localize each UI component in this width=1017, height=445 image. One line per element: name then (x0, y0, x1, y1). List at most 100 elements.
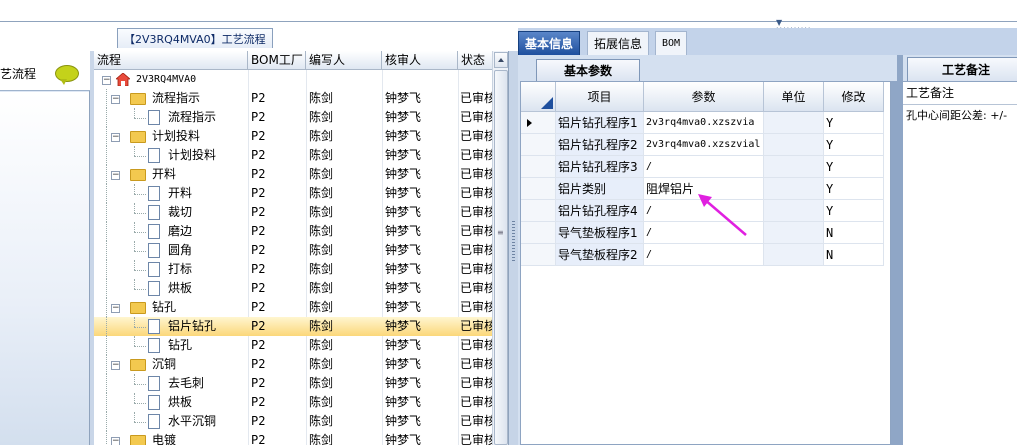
tree-folder-row[interactable]: − 电镀 P2 陈剑 钟梦飞 已审核 (94, 431, 492, 445)
tree-folder-row[interactable]: − 钻孔 P2 陈剑 钟梦飞 已审核 (94, 298, 492, 317)
param-item-cell[interactable]: 铝片钻孔程序2 (556, 134, 644, 156)
collapse-icon[interactable]: − (111, 437, 120, 445)
param-unit-cell[interactable] (764, 134, 824, 156)
folder-icon (130, 435, 146, 445)
tree-node-label: 钻孔 (152, 300, 177, 314)
tree-row[interactable]: 裁切 P2 陈剑 钟梦飞 已审核 (94, 203, 492, 222)
writer-cell: 陈剑 (309, 243, 334, 257)
scroll-thumb[interactable]: ≡ (494, 70, 508, 445)
home-icon (116, 73, 130, 86)
writer-cell: 陈剑 (309, 433, 334, 445)
reviewer-cell: 钟梦飞 (385, 338, 422, 352)
chat-bubble-icon[interactable] (55, 65, 79, 85)
tree-row[interactable]: 钻孔 P2 陈剑 钟梦飞 已审核 (94, 336, 492, 355)
status-cell: 已审核 (460, 357, 492, 371)
column-header-status[interactable]: 状态 (458, 51, 492, 70)
column-header-bom[interactable]: BOM工厂 (248, 51, 306, 70)
tree-node-label: 水平沉铜 (168, 414, 217, 428)
splitter-grip[interactable]: ▼ ·········· ▼ (776, 19, 816, 39)
tree-folder-row[interactable]: − 沉铜 P2 陈剑 钟梦飞 已审核 (94, 355, 492, 374)
tree-row[interactable]: 打标 P2 陈剑 钟梦飞 已审核 (94, 260, 492, 279)
param-modify-cell[interactable]: Y (824, 112, 884, 134)
bom-cell: P2 (251, 262, 266, 276)
collapse-icon[interactable]: − (111, 361, 120, 370)
param-item-cell[interactable]: 铝片钻孔程序1 (556, 112, 644, 134)
tree-folder-row[interactable]: − 开料 P2 陈剑 钟梦飞 已审核 (94, 165, 492, 184)
param-unit-cell[interactable] (764, 222, 824, 244)
tree-row[interactable]: 烘板 P2 陈剑 钟梦飞 已审核 (94, 393, 492, 412)
param-value-cell[interactable]: / (644, 156, 764, 178)
tree-row[interactable]: 铝片钻孔 P2 陈剑 钟梦飞 已审核 (94, 317, 492, 336)
remarks-text[interactable]: 孔中心间距公差: +/- (906, 107, 1007, 123)
status-cell: 已审核 (460, 186, 492, 200)
writer-cell: 陈剑 (309, 262, 334, 276)
param-modify-cell[interactable]: Y (824, 134, 884, 156)
status-cell: 已审核 (460, 395, 492, 409)
bom-cell: P2 (251, 338, 266, 352)
param-modify-cell[interactable]: N (824, 244, 884, 266)
tree-row[interactable]: 去毛刺 P2 陈剑 钟梦飞 已审核 (94, 374, 492, 393)
tree-row[interactable]: 开料 P2 陈剑 钟梦飞 已审核 (94, 184, 492, 203)
column-header-unit[interactable]: 单位 (764, 82, 824, 112)
status-cell: 已审核 (460, 167, 492, 181)
column-header-item[interactable]: 项目 (556, 82, 644, 112)
reviewer-cell: 钟梦飞 (385, 376, 422, 390)
tree-row[interactable]: 计划投料 P2 陈剑 钟梦飞 已审核 (94, 146, 492, 165)
tab-bom[interactable]: BOM (655, 31, 688, 55)
tree-line (134, 251, 146, 252)
remarks-tab[interactable]: 工艺备注 (907, 57, 1017, 81)
param-unit-cell[interactable] (764, 200, 824, 222)
param-unit-cell[interactable] (764, 244, 824, 266)
tab-basic-info[interactable]: 基本信息 (518, 31, 581, 55)
param-modify-cell[interactable]: Y (824, 178, 884, 200)
param-row[interactable]: 铝片钻孔程序2 2v3rq4mva0.xzszvial Y (521, 134, 892, 156)
tree-row[interactable]: 水平沉铜 P2 陈剑 钟梦飞 已审核 (94, 412, 492, 431)
tree-line (106, 412, 107, 431)
param-value-cell[interactable]: 2v3rq4mva0.xzszvia (644, 112, 764, 134)
param-row[interactable]: 铝片钻孔程序3/ Y (521, 156, 892, 178)
tree-row[interactable]: 流程指示 P2 陈剑 钟梦飞 已审核 (94, 108, 492, 127)
param-unit-cell[interactable] (764, 156, 824, 178)
left-nav-item-process[interactable]: 艺流程 (0, 51, 90, 91)
param-unit-cell[interactable] (764, 178, 824, 200)
column-header-process[interactable]: 流程 (94, 51, 248, 70)
collapse-icon[interactable]: − (111, 133, 120, 142)
tree-scrollbar[interactable]: ≡ (492, 51, 508, 445)
tree-folder-row[interactable]: − 流程指示 P2 陈剑 钟梦飞 已审核 (94, 89, 492, 108)
param-value-cell[interactable]: / (644, 244, 764, 266)
writer-cell: 陈剑 (309, 186, 334, 200)
center-splitter[interactable] (508, 51, 518, 445)
process-caption-tab[interactable]: 【2V3RQ4MVA0】工艺流程 (117, 28, 273, 48)
param-modify-cell[interactable]: N (824, 222, 884, 244)
tree-folder-row[interactable]: − 计划投料 P2 陈剑 钟梦飞 已审核 (94, 127, 492, 146)
column-header-modify[interactable]: 修改 (824, 82, 884, 112)
param-row[interactable]: 铝片钻孔程序1 2v3rq4mva0.xzszvia Y (521, 112, 892, 134)
param-row[interactable]: 导气垫板程序2/ N (521, 244, 892, 266)
collapse-icon[interactable]: − (111, 304, 120, 313)
collapse-icon[interactable]: − (111, 95, 120, 104)
param-item-cell[interactable]: 导气垫板程序1 (556, 222, 644, 244)
param-item-cell[interactable]: 导气垫板程序2 (556, 244, 644, 266)
param-value-cell[interactable]: 2v3rq4mva0.xzszvial (644, 134, 764, 156)
tree-line (134, 412, 135, 422)
scroll-up-arrow-icon[interactable] (494, 52, 508, 68)
tree-row[interactable]: 圆角 P2 陈剑 钟梦飞 已审核 (94, 241, 492, 260)
basic-params-tab[interactable]: 基本参数 (536, 59, 640, 81)
param-unit-cell[interactable] (764, 112, 824, 134)
param-item-cell[interactable]: 铝片类别 (556, 178, 644, 200)
param-item-cell[interactable]: 铝片钻孔程序3 (556, 156, 644, 178)
tree-row[interactable]: 烘板 P2 陈剑 钟梦飞 已审核 (94, 279, 492, 298)
param-modify-cell[interactable]: Y (824, 200, 884, 222)
column-header-writer[interactable]: 编写人 (306, 51, 382, 70)
param-item-cell[interactable]: 铝片钻孔程序4 (556, 200, 644, 222)
tab-extended-info[interactable]: 拓展信息 (587, 31, 650, 55)
collapse-icon[interactable]: − (111, 171, 120, 180)
tree-line (106, 393, 107, 412)
column-header-reviewer[interactable]: 核审人 (382, 51, 458, 70)
column-header-param[interactable]: 参数 (644, 82, 764, 112)
param-modify-cell[interactable]: Y (824, 156, 884, 178)
tree-line (134, 403, 146, 404)
tree-root-row[interactable]: − 2V3RQ4MVA0 (94, 70, 492, 89)
tree-row[interactable]: 磨边 P2 陈剑 钟梦飞 已审核 (94, 222, 492, 241)
collapse-icon[interactable]: − (102, 76, 111, 85)
